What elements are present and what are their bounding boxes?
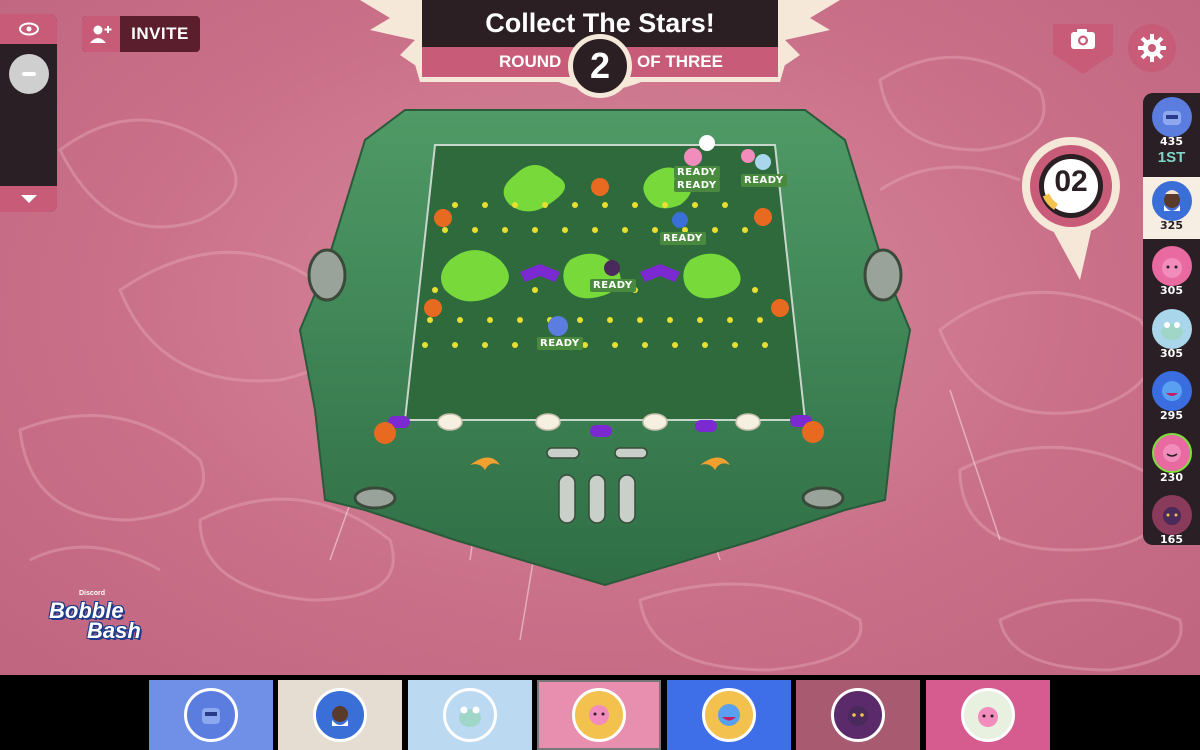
- avatar: [1151, 97, 1192, 137]
- player-tile[interactable]: [149, 680, 273, 750]
- player-bar: [0, 675, 1200, 750]
- avatar: [443, 688, 497, 742]
- add-user-icon: [82, 16, 120, 52]
- game-logo: Discord Bobble Bash: [35, 590, 165, 650]
- rank-label: 1ST: [1157, 149, 1186, 166]
- invite-label: INVITE: [131, 24, 189, 43]
- avatar: [1151, 246, 1192, 286]
- score-value: 305: [1160, 284, 1183, 297]
- score-value: 325: [1160, 219, 1183, 232]
- avatar: [961, 688, 1015, 742]
- ready-tag: READY: [590, 279, 636, 292]
- score-value: 295: [1160, 409, 1183, 422]
- round-label: ROUND: [499, 52, 562, 71]
- player-tile-selected[interactable]: [537, 680, 661, 750]
- logo-line2: Bash: [87, 618, 141, 643]
- ready-tag: READY: [537, 337, 583, 350]
- scoreboard-entry: 435 1ST: [1143, 93, 1200, 175]
- spectator-panel: [0, 14, 57, 212]
- eye-icon[interactable]: [0, 14, 57, 44]
- avatar: [1151, 309, 1192, 349]
- scoreboard-entry: 165: [1143, 491, 1200, 545]
- minus-icon: [22, 72, 36, 76]
- avatar: [831, 688, 885, 742]
- gear-icon: [1138, 34, 1166, 62]
- scoreboard-entry: 325: [1143, 177, 1200, 239]
- avatar: [313, 688, 367, 742]
- scoreboard-entry: 305: [1143, 305, 1200, 367]
- player-tile[interactable]: [796, 680, 920, 750]
- camera-icon: [1071, 29, 1095, 49]
- avatar: [184, 688, 238, 742]
- score-value: 435: [1160, 135, 1183, 148]
- player-tile[interactable]: [408, 680, 532, 750]
- score-value: 165: [1160, 533, 1183, 545]
- timer-value: 02: [1054, 165, 1088, 198]
- ready-tag: READY: [674, 179, 720, 192]
- avatar: [1151, 433, 1192, 473]
- game-board[interactable]: [285, 80, 925, 590]
- player-tile[interactable]: [667, 680, 791, 750]
- player-tile[interactable]: [278, 680, 402, 750]
- camera-button[interactable]: [1053, 24, 1113, 74]
- countdown-timer: 02: [1020, 135, 1122, 280]
- round-total: OF THREE: [637, 52, 723, 71]
- player-tile[interactable]: [926, 680, 1050, 750]
- scoreboard: 435 1ST 325 305 305 295 230 165: [1143, 93, 1200, 545]
- invite-button[interactable]: INVITE: [82, 16, 200, 52]
- avatar: [572, 688, 626, 742]
- ready-tag: READY: [741, 174, 787, 187]
- avatar: [702, 688, 756, 742]
- chevron-down-icon[interactable]: [0, 186, 57, 212]
- scoreboard-entry: 305: [1143, 242, 1200, 304]
- ready-tag: READY: [660, 232, 706, 245]
- score-value: 230: [1160, 471, 1183, 484]
- avatar: [1151, 181, 1192, 221]
- scoreboard-entry: 295: [1143, 367, 1200, 429]
- logo-brand: Discord: [79, 590, 106, 597]
- avatar: [1151, 371, 1192, 411]
- score-value: 305: [1160, 347, 1183, 360]
- collapse-button[interactable]: [9, 54, 49, 94]
- ready-tag: READY: [674, 166, 720, 179]
- avatar: [1151, 495, 1192, 535]
- settings-button[interactable]: [1128, 24, 1176, 72]
- scoreboard-entry: 230: [1143, 429, 1200, 491]
- game-viewport[interactable]: INVITE Collect The Stars! ROUND OF THREE…: [0, 0, 1200, 675]
